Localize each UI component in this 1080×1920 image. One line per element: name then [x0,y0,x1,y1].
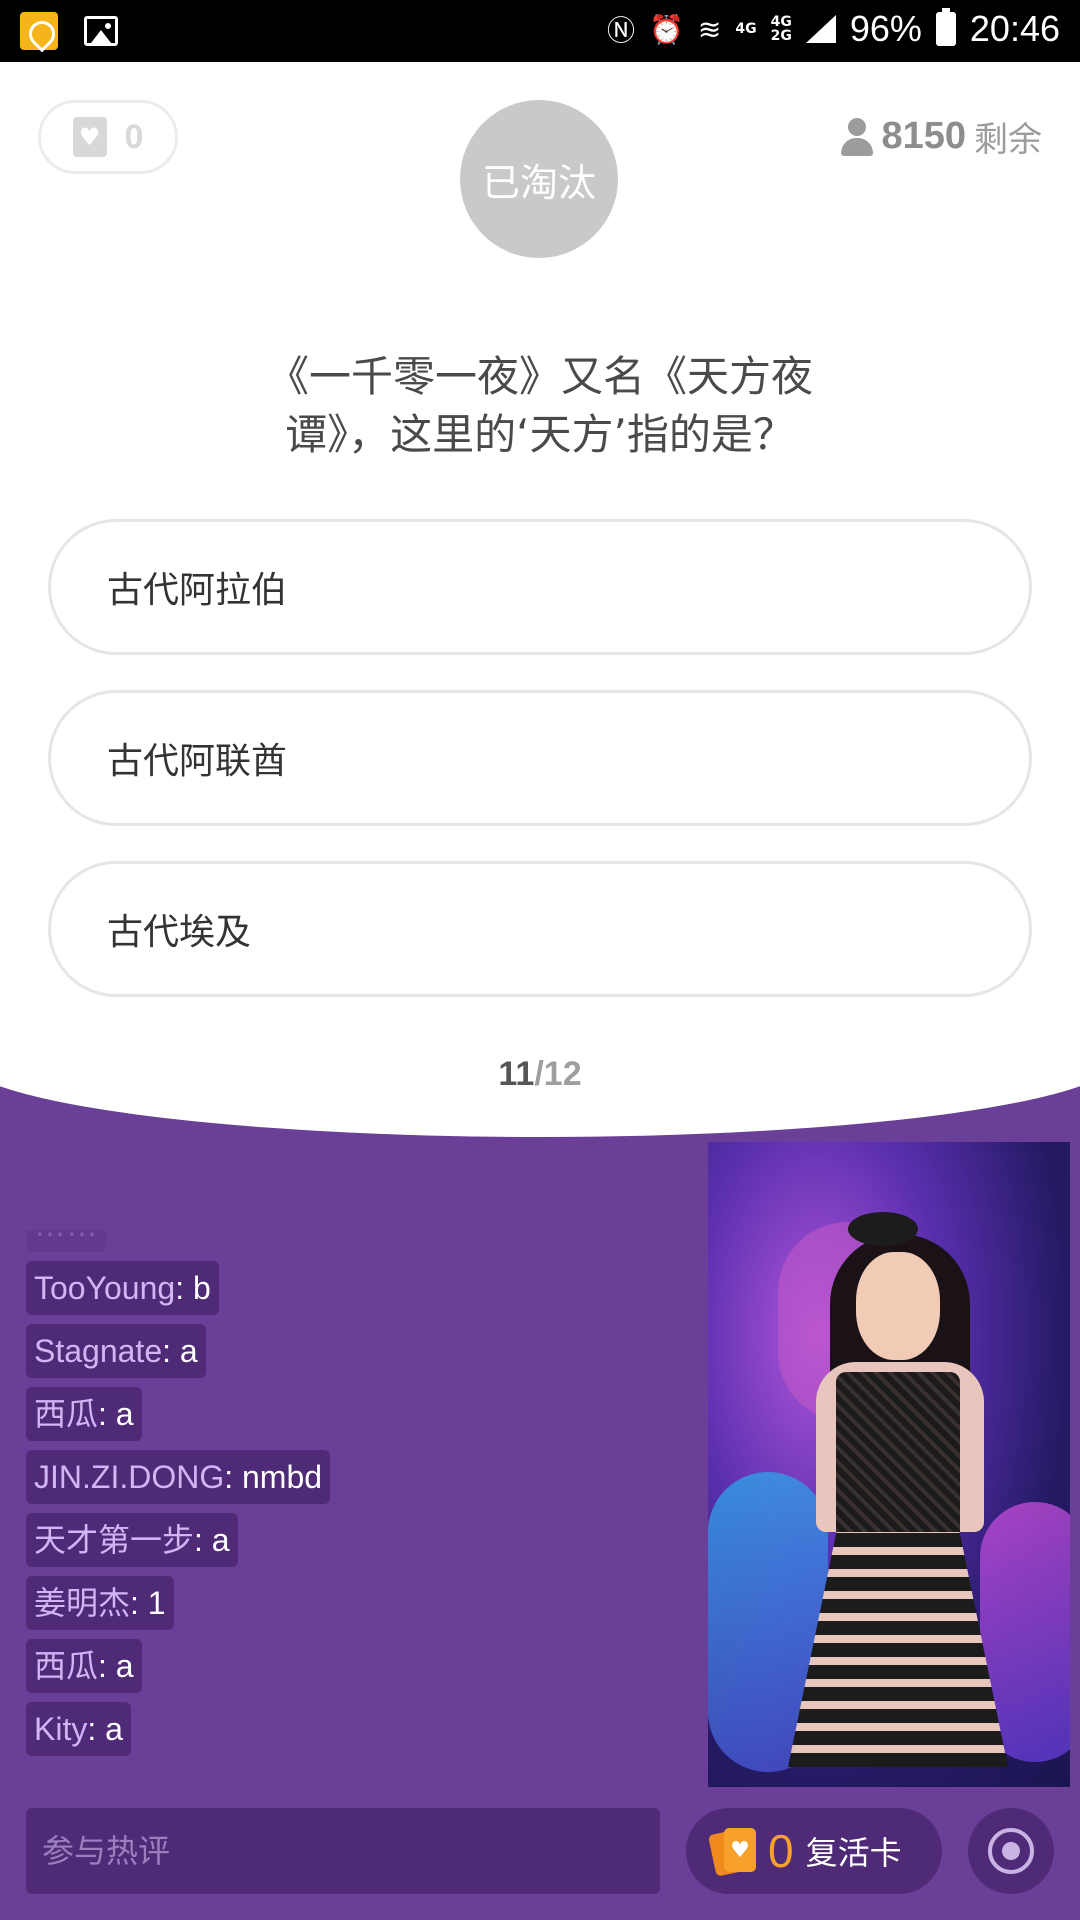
revive-count: 0 [768,1825,794,1877]
comment-item: TooYoung: b [26,1261,219,1315]
comment-item-faded: …… [26,1230,106,1252]
comment-user: Stagnate [34,1333,163,1369]
nfc-icon: Ⓝ [607,14,636,47]
battery-icon [935,8,956,46]
question-progress: 11/12 [0,1055,1080,1094]
comment-message: : nmbd [224,1459,323,1495]
battery-percent: 96% [849,8,922,49]
revive-card-button[interactable]: ♥ 0 复活卡 [686,1808,942,1894]
progress-total: /12 [534,1055,582,1093]
question-text: 《一千零一夜》又名《天方夜谭》，这里的‘天方’指的是？ [266,352,813,459]
answer-option-label: 古代阿拉伯 [107,570,288,611]
eliminated-status: 已淘汰 [460,100,618,258]
network-type-2b: 2G [770,28,792,44]
image-notification-icon [84,16,118,46]
target-button[interactable] [968,1808,1054,1894]
comment-message: : a [194,1522,230,1558]
app-notification-icon [20,12,58,50]
comment-user: Kity [34,1711,88,1747]
heart-card-icon: ♥ [72,117,107,157]
answer-option-a[interactable]: 古代阿拉伯 [48,519,1032,655]
remaining-label: 剩余 [974,120,1042,160]
progress-current: 11 [498,1055,535,1093]
lives-badge: ♥ 0 [38,100,178,174]
comment-message: : a [162,1333,198,1369]
comment-user: 西瓜 [34,1648,99,1684]
host-face [856,1252,940,1360]
comment-item: Kity: a [26,1702,131,1756]
comment-item: 西瓜: a [26,1639,142,1693]
comment-item: 天才第一步: a [26,1513,238,1567]
comment-item: 西瓜: a [26,1387,142,1441]
comment-item: JIN.ZI.DONG: nmbd [26,1450,331,1504]
lives-count: 0 [124,117,144,156]
status-bar: Ⓝ ⏰ ≋ 4G 4G 2G 96% 20:46 [0,0,1080,62]
remaining-count: 8150 [881,115,966,157]
comment-item: Stagnate: a [26,1324,206,1378]
target-icon [988,1828,1034,1874]
live-comments: …… TooYoung: b Stagnate: a 西瓜: a JIN.ZI.… [26,1230,686,1780]
revive-card-icon: ♥ [707,1826,756,1877]
clock: 20:46 [969,8,1060,49]
host-hat [848,1212,918,1246]
wifi-icon: ≋ [697,12,722,46]
comment-user: TooYoung [34,1270,176,1306]
revive-label: 复活卡 [805,1834,902,1872]
comment-message: : 1 [130,1585,166,1621]
host-live-video[interactable] [708,1142,1070,1787]
comment-message: : a [87,1711,123,1747]
comment-item: 姜明杰: 1 [26,1576,174,1630]
network-type-2a: 4G [770,14,792,30]
comment-user: …… [34,1230,98,1243]
network-type-1: 4G [735,21,757,37]
answer-option-label: 古代阿联酋 [107,741,288,782]
comment-message: : a [98,1396,134,1432]
comment-user: 西瓜 [34,1396,99,1432]
comment-user: JIN.ZI.DONG [34,1459,225,1495]
answer-option-c[interactable]: 古代埃及 [48,861,1032,997]
comment-message: : b [175,1270,211,1306]
comment-user: 姜明杰 [34,1585,131,1621]
person-icon [841,117,874,156]
comment-input[interactable] [42,1832,660,1870]
answer-option-label: 古代埃及 [107,912,252,953]
remaining-players: 8150 剩余 [841,112,1042,161]
answer-option-b[interactable]: 古代阿联酋 [48,690,1032,826]
host-dress-lace [836,1372,960,1542]
comment-message: : a [98,1648,134,1684]
comment-user: 天才第一步 [34,1522,195,1558]
signal-icon [805,15,836,43]
alarm-icon: ⏰ [649,12,684,46]
comment-input-box[interactable] [26,1808,660,1894]
